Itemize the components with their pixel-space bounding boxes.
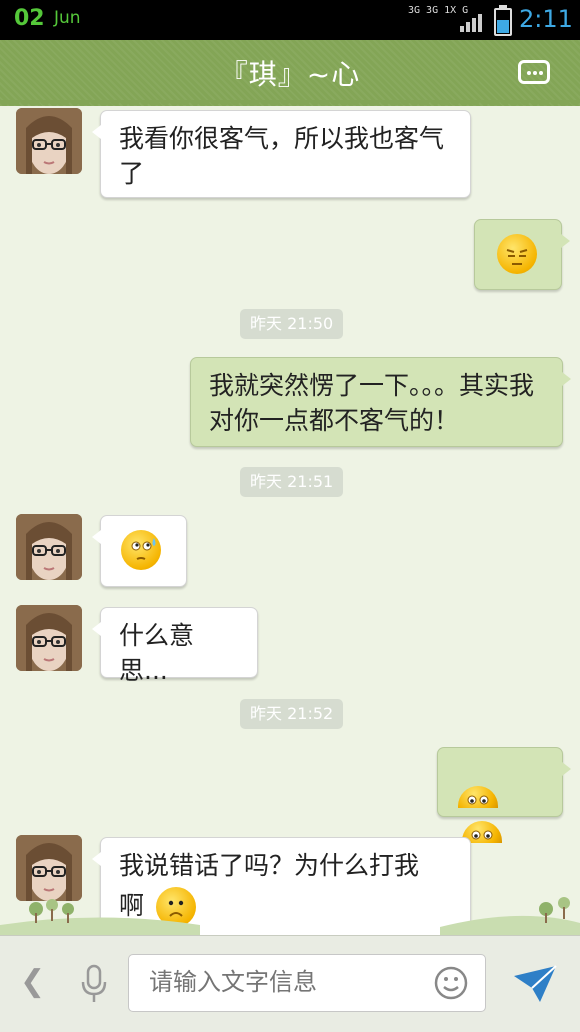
- timestamp: 昨天 21:52: [240, 699, 344, 729]
- message-bubble-received[interactable]: 我看你很客气，所以我也客气了: [92, 110, 471, 198]
- signal-icon: [460, 12, 486, 32]
- smirk-face-icon: [497, 234, 537, 274]
- message-text: 我说错话了吗？为什么打我: [119, 851, 420, 880]
- chevron-left-icon[interactable]: ❮: [20, 964, 45, 999]
- send-icon[interactable]: [512, 964, 558, 1004]
- input-bar: ❮: [0, 935, 580, 1032]
- chat-title: 『琪』~心: [219, 58, 361, 91]
- decorative-hills: [0, 897, 580, 935]
- chat-header: 『琪』~心: [0, 40, 580, 106]
- message-input-box[interactable]: [128, 954, 486, 1012]
- timestamp: 昨天 21:51: [240, 467, 344, 497]
- smiley-icon[interactable]: [434, 966, 468, 1000]
- message-text: 什么意思...: [119, 621, 195, 685]
- message-input[interactable]: [147, 967, 431, 997]
- message-bubble-sent[interactable]: [437, 747, 571, 843]
- message-bubble-sent[interactable]: [474, 219, 570, 290]
- more-options-icon[interactable]: [518, 60, 550, 84]
- contact-avatar[interactable]: [16, 108, 82, 174]
- sweat-face-icon: [121, 530, 161, 570]
- message-bubble-sent[interactable]: 我就突然愣了一下。。。其实我对你一点都不客气的！: [190, 357, 571, 447]
- battery-icon: [494, 5, 512, 36]
- microphone-icon[interactable]: [80, 964, 108, 1004]
- message-bubble-received[interactable]: 什么意思...: [92, 607, 258, 685]
- header-scallop-edge: [0, 100, 580, 110]
- message-text: 我就突然愣了一下。。。其实我对你一点都不客气的！: [209, 371, 535, 435]
- status-time: 2:11: [519, 5, 573, 33]
- timestamp: 昨天 21:50: [240, 309, 344, 339]
- peeking-face-icon: [458, 786, 498, 808]
- status-date: 02: [14, 6, 45, 31]
- contact-avatar[interactable]: [16, 605, 82, 671]
- contact-avatar[interactable]: [16, 835, 82, 901]
- status-bar: 02 Jun 3G 3G 1X G 2:11: [0, 0, 580, 40]
- contact-avatar[interactable]: [16, 514, 82, 580]
- message-bubble-received[interactable]: [92, 515, 187, 587]
- message-text: 我看你很客气，所以我也客气了: [119, 124, 445, 188]
- status-month: Jun: [54, 8, 81, 28]
